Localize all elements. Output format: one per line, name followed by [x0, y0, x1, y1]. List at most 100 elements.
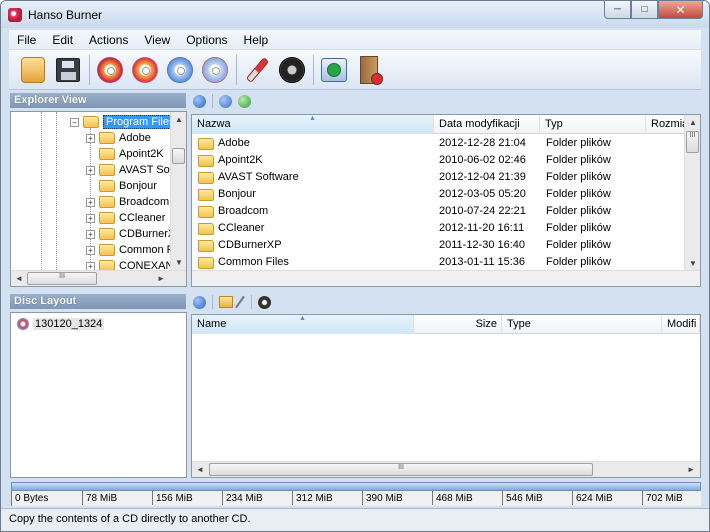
date-cell: 2012-11-20 16:11: [439, 222, 525, 234]
list-item[interactable]: Common Files 2013-01-11 15:36 Folder plikó…: [192, 254, 686, 271]
tree-item[interactable]: + CDBurnerX: [86, 226, 175, 242]
date-cell: 2011-12-30 16:40: [439, 239, 526, 251]
tree-item[interactable]: + Adobe: [86, 130, 151, 146]
type-cell: Folder plików: [546, 239, 611, 251]
toolbar: [9, 50, 701, 90]
remove-icon[interactable]: [258, 295, 271, 309]
toolbar-separator: [313, 54, 314, 85]
menu-file[interactable]: File: [9, 33, 44, 47]
add-to-disc-icon[interactable]: [219, 94, 232, 108]
file-name: Adobe: [218, 137, 250, 149]
new-folder-icon[interactable]: [219, 296, 233, 308]
tree-expander-icon[interactable]: −: [70, 117, 79, 127]
tree-dotted-line: [56, 112, 57, 272]
list-item[interactable]: AVAST Software 2012-12-04 21:39 Folder pli…: [192, 169, 686, 186]
list-item[interactable]: Adobe 2012-12-28 21:04 Folder plików: [192, 135, 686, 152]
tree-expander-icon[interactable]: +: [86, 213, 95, 223]
tree-vertical-scrollbar[interactable]: ▲ ▼: [170, 112, 186, 271]
rename-icon[interactable]: [235, 295, 245, 309]
erase-disc-button[interactable]: [199, 54, 231, 86]
name-cell: Bonjour: [198, 186, 430, 203]
ruler-tick: 156 MiB: [152, 491, 193, 505]
tree-expander-icon[interactable]: +: [86, 197, 95, 207]
folder-icon: [198, 188, 214, 201]
tree-item[interactable]: Apoint2K: [86, 146, 164, 162]
menu-edit[interactable]: Edit: [44, 33, 81, 47]
menu-actions[interactable]: Actions: [81, 33, 136, 47]
type-cell: Folder plików: [546, 256, 611, 268]
scroll-thumb[interactable]: III: [209, 463, 593, 476]
scroll-thumb[interactable]: III: [686, 131, 699, 153]
scroll-right-icon[interactable]: ►: [683, 462, 699, 477]
save-project-button[interactable]: [52, 54, 84, 86]
folder-icon: [99, 180, 115, 192]
column-date[interactable]: Data modyfikacji: [434, 115, 540, 134]
list-item[interactable]: CDBurnerXP 2011-12-30 16:40 Folder plików: [192, 237, 686, 254]
date-cell: 2012-12-04 21:39: [439, 171, 526, 183]
column-type[interactable]: Typ: [540, 115, 646, 134]
maximize-button[interactable]: □: [631, 1, 658, 19]
clean-button[interactable]: [241, 54, 273, 86]
burn-image-button[interactable]: [129, 54, 161, 86]
disc-root-item[interactable]: 130120_1324: [17, 316, 105, 332]
scroll-left-icon[interactable]: ◄: [11, 271, 27, 286]
close-button[interactable]: ✕: [658, 1, 703, 19]
info-icon[interactable]: [193, 94, 206, 108]
list-item[interactable]: Broadcom 2010-07-24 22:21 Folder plików: [192, 203, 686, 220]
menu-bar: File Edit Actions View Options Help: [9, 30, 701, 49]
folder-tree: − Program Files + Adobe Apoint2K + AVAST Sof Bo…: [10, 111, 187, 287]
tree-item[interactable]: − Program Files: [70, 114, 178, 130]
burn-disc-button[interactable]: [94, 54, 126, 86]
column-size[interactable]: Size: [414, 315, 502, 334]
scroll-thumb[interactable]: [172, 148, 185, 164]
tree-expander-icon[interactable]: +: [86, 229, 95, 239]
scroll-thumb[interactable]: III: [27, 272, 97, 285]
copy-disc-button[interactable]: [164, 54, 196, 86]
scroll-left-icon[interactable]: ◄: [192, 462, 208, 477]
tree-expander-icon[interactable]: +: [86, 245, 95, 255]
minimize-button[interactable]: ─: [604, 1, 631, 19]
tree-item[interactable]: + AVAST Sof: [86, 162, 173, 178]
scroll-up-icon[interactable]: ▲: [685, 115, 700, 131]
update-button[interactable]: [318, 54, 350, 86]
tree-expander-icon[interactable]: +: [86, 165, 95, 175]
open-project-icon: [21, 56, 45, 83]
tree-item[interactable]: + CCleaner: [86, 210, 165, 226]
menu-options[interactable]: Options: [178, 33, 235, 47]
column-modified[interactable]: Modifi: [662, 315, 700, 334]
disc-horizontal-scrollbar[interactable]: ◄ III ►: [192, 461, 700, 477]
exit-button[interactable]: [353, 54, 385, 86]
folder-icon: [198, 171, 214, 184]
menu-view[interactable]: View: [136, 33, 178, 47]
file-list-vertical-scrollbar[interactable]: ▲ III ▼: [684, 115, 700, 272]
tree-item-label: Adobe: [119, 132, 151, 144]
list-item[interactable]: Apoint2K 2010-06-02 02:46 Folder plików: [192, 152, 686, 169]
scroll-down-icon[interactable]: ▼: [171, 255, 186, 271]
tree-item-label: Bonjour: [119, 180, 157, 192]
tree-horizontal-scrollbar[interactable]: ◄ III ►: [11, 270, 186, 286]
add-all-icon[interactable]: [238, 94, 251, 108]
status-text: Copy the contents of a CD directly to an…: [9, 513, 251, 525]
column-size[interactable]: Rozmia: [646, 115, 686, 134]
title-bar[interactable]: Hanso Burner ─ □ ✕: [1, 1, 709, 28]
ruler-tick: 468 MiB: [432, 491, 473, 505]
scroll-up-icon[interactable]: ▲: [171, 112, 186, 128]
capacity-ruler: 0 Bytes 78 MiB 156 MiB 234 MiB 312 MiB 390 Mi…: [11, 491, 701, 506]
tree-item-label: Program Files: [103, 115, 178, 129]
type-cell: Folder plików: [546, 171, 611, 183]
settings-button[interactable]: [276, 54, 308, 86]
open-project-button[interactable]: [17, 54, 49, 86]
column-type[interactable]: Type: [502, 315, 662, 334]
info-icon[interactable]: [193, 295, 206, 309]
ruler-tick: 702 MiB: [642, 491, 683, 505]
tree-item[interactable]: Bonjour: [86, 178, 157, 194]
file-list-horizontal-scrollbar[interactable]: [192, 270, 700, 286]
scroll-right-icon[interactable]: ►: [153, 271, 169, 286]
tree-item[interactable]: + Broadcom: [86, 194, 169, 210]
menu-help[interactable]: Help: [236, 33, 277, 47]
tree-item[interactable]: + Common F: [86, 242, 173, 258]
list-item[interactable]: CCleaner 2012-11-20 16:11 Folder plików: [192, 220, 686, 237]
file-rows: Adobe 2012-12-28 21:04 Folder plików Apoint…: [192, 135, 686, 272]
list-item[interactable]: Bonjour 2012-03-05 05:20 Folder plików: [192, 186, 686, 203]
tree-expander-icon[interactable]: +: [86, 133, 95, 143]
